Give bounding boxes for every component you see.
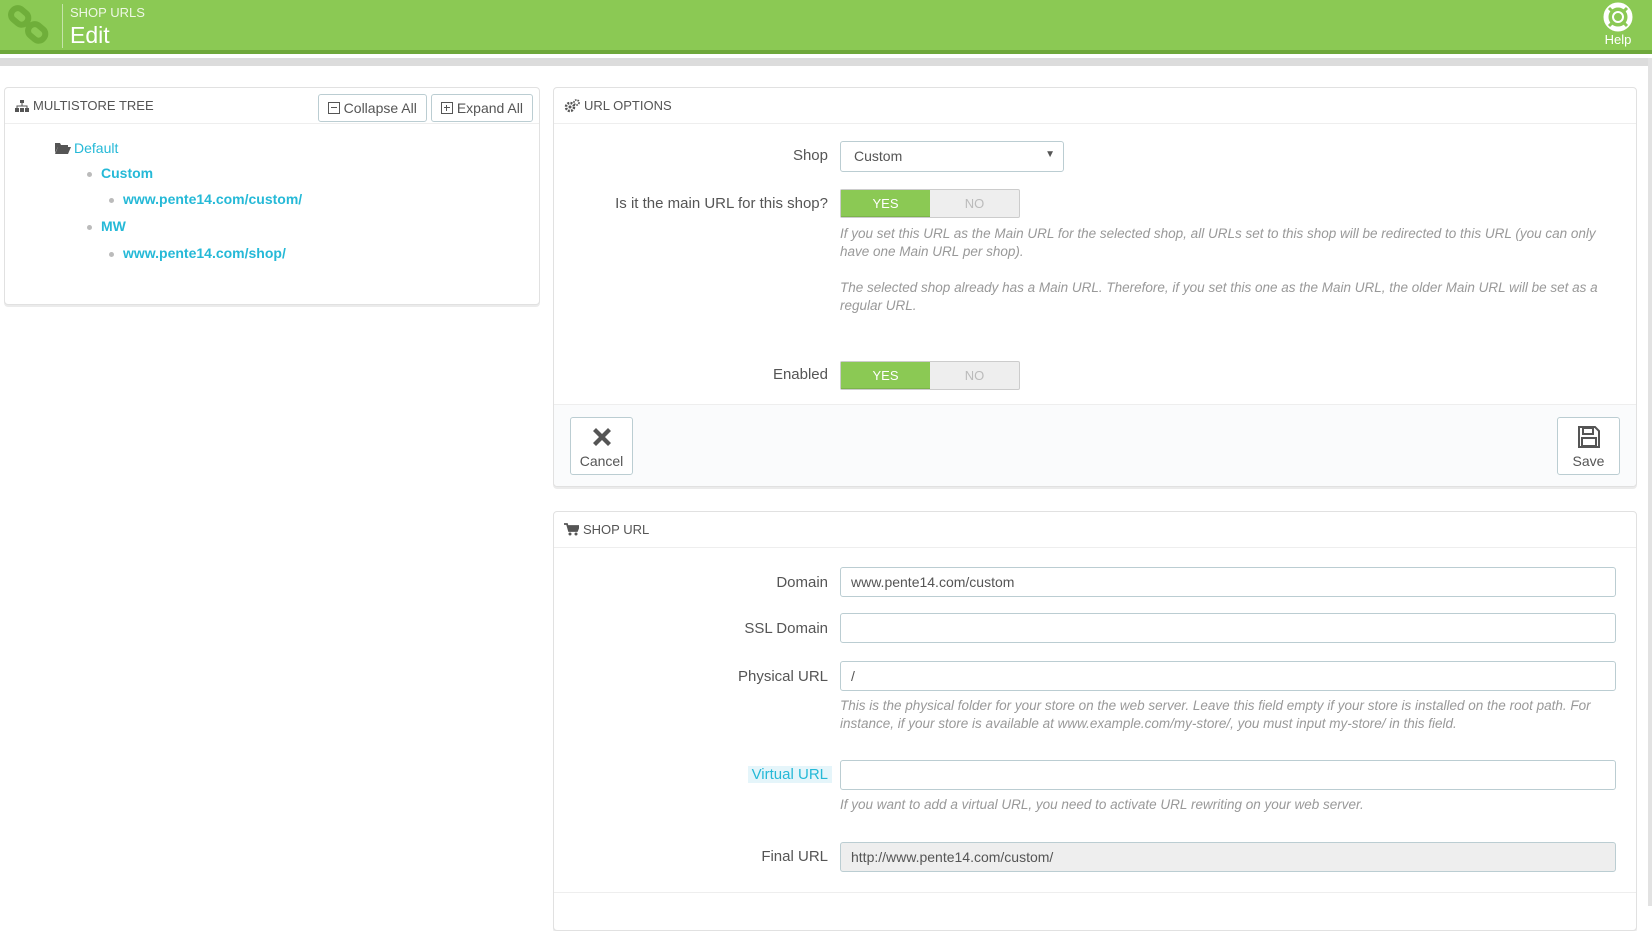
- enabled-label: Enabled: [772, 366, 828, 383]
- tree-link-custom[interactable]: Custom: [101, 165, 153, 181]
- tree-bullet: [109, 197, 114, 203]
- tree-link-mw[interactable]: MW: [101, 218, 126, 234]
- tree-actions: Collapse All Expand All: [317, 94, 533, 122]
- ssl-domain-label: SSL Domain: [744, 620, 828, 637]
- physical-url-label: Physical URL: [737, 668, 828, 685]
- shop-label: Shop: [792, 147, 828, 164]
- enabled-switch[interactable]: YES NO: [840, 361, 1020, 390]
- tree-bullet: [109, 251, 114, 257]
- multistore-tree-title: MULTISTORE TREE: [33, 98, 154, 113]
- shopping-cart-icon: [564, 523, 579, 536]
- main-url-yes[interactable]: YES: [841, 190, 930, 217]
- cancel-button[interactable]: Cancel: [570, 417, 633, 475]
- close-icon: [592, 428, 611, 446]
- collapse-icon: [327, 102, 340, 114]
- main-url-warning: The selected shop already has a Main URL…: [840, 280, 1598, 313]
- tree-node-custom-url[interactable]: www.pente14.com/custom/: [109, 191, 302, 207]
- main-url-help: If you set this URL as the Main URL for …: [840, 226, 1596, 259]
- virtual-url-help: If you want to add a virtual URL, you ne…: [840, 797, 1364, 812]
- physical-url-help: This is the physical folder for your sto…: [840, 698, 1591, 731]
- url-options-title: URL OPTIONS: [584, 98, 672, 113]
- enabled-yes[interactable]: YES: [841, 362, 930, 389]
- domain-input[interactable]: [840, 567, 1616, 597]
- tree-node-mw[interactable]: MW: [87, 218, 126, 234]
- shop-select-value: Custom: [854, 148, 903, 164]
- tree-bullet: [87, 171, 92, 177]
- tree-link-mw-url[interactable]: www.pente14.com/shop/: [123, 245, 286, 261]
- collapse-all-button[interactable]: Collapse All: [317, 94, 427, 122]
- lifebuoy-icon: [1603, 2, 1633, 32]
- tree-link-custom-url[interactable]: www.pente14.com/custom/: [123, 191, 302, 207]
- tree-node-custom[interactable]: Custom: [87, 165, 153, 181]
- final-url-input: [840, 842, 1616, 872]
- cancel-label: Cancel: [579, 453, 624, 469]
- shop-select[interactable]: Custom ▼: [840, 141, 1064, 172]
- final-url-label: Final URL: [761, 848, 828, 865]
- save-label: Save: [1572, 453, 1605, 469]
- main-url-label: Is it the main URL for this shop?: [615, 195, 828, 212]
- multistore-tree-panel: MULTISTORE TREE Collapse All Expand All …: [4, 87, 540, 305]
- virtual-url-input[interactable]: [840, 760, 1616, 790]
- top-header: SHOP URLS Edit Help: [0, 0, 1652, 54]
- folder-open-icon: [55, 141, 71, 157]
- save-button[interactable]: Save: [1557, 417, 1620, 475]
- shop-urls-link-icon: [8, 5, 49, 44]
- caret-down-icon: ▼: [1045, 149, 1055, 160]
- cogs-icon: [564, 98, 580, 113]
- sitemap-icon: [15, 99, 29, 112]
- floppy-disk-icon: [1577, 426, 1600, 448]
- url-options-heading: URL OPTIONS: [554, 88, 1636, 124]
- tree-node-mw-url[interactable]: www.pente14.com/shop/: [109, 245, 286, 261]
- expand-all-label: Expand All: [456, 100, 523, 116]
- collapse-all-label: Collapse All: [343, 100, 417, 116]
- main-url-no[interactable]: NO: [930, 190, 1019, 217]
- page-title: Edit: [70, 22, 110, 48]
- ssl-domain-input[interactable]: [840, 613, 1616, 643]
- breadcrumb[interactable]: SHOP URLS: [70, 5, 145, 20]
- virtual-url-label[interactable]: Virtual URL: [747, 766, 832, 783]
- expand-icon: [440, 102, 453, 114]
- enabled-no[interactable]: NO: [930, 362, 1019, 389]
- url-options-footer: Cancel Save: [554, 404, 1636, 486]
- url-options-panel: URL OPTIONS Shop Custom ▼ Is it the main…: [553, 87, 1637, 487]
- help-label: Help: [1604, 32, 1632, 47]
- domain-label: Domain: [776, 574, 828, 591]
- shop-url-title: SHOP URL: [583, 522, 650, 537]
- header-divider: [62, 4, 63, 48]
- tree-node-default[interactable]: Default: [55, 140, 118, 157]
- header-shadow-bar: [0, 58, 1652, 66]
- expand-all-button[interactable]: Expand All: [430, 94, 533, 122]
- tree-link-default[interactable]: Default: [74, 140, 118, 156]
- tree-bullet: [87, 224, 92, 230]
- help-button[interactable]: Help: [1598, 2, 1638, 47]
- shop-url-panel: SHOP URL Domain SSL Domain Physical URL …: [553, 511, 1637, 931]
- page-scrollbar[interactable]: [1648, 58, 1652, 906]
- shop-url-heading: SHOP URL: [554, 512, 1636, 548]
- shop-url-footer-divider: [554, 892, 1636, 893]
- main-url-switch[interactable]: YES NO: [840, 189, 1020, 218]
- physical-url-input[interactable]: [840, 661, 1616, 691]
